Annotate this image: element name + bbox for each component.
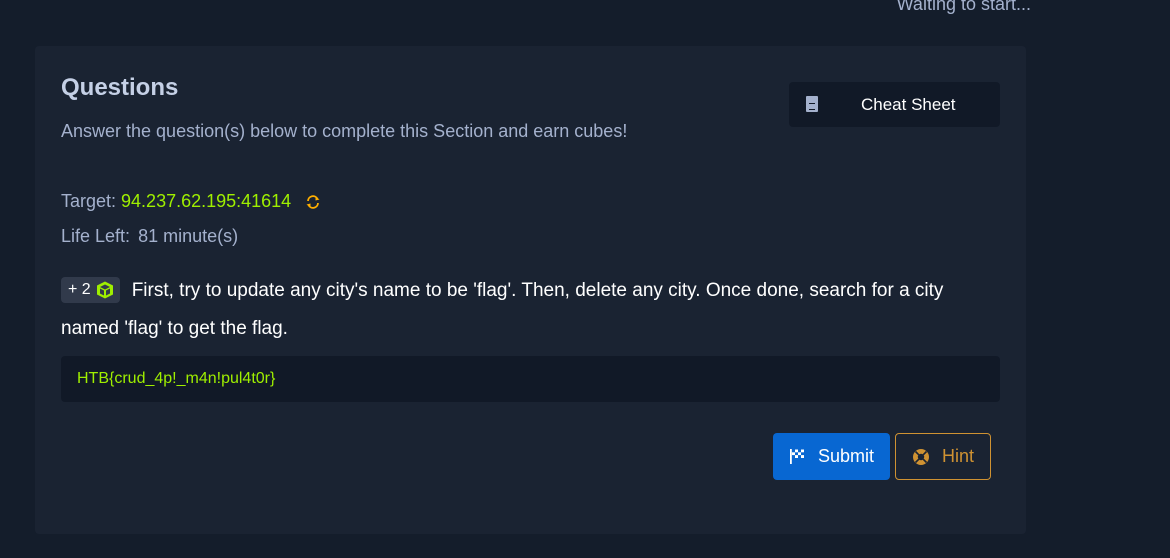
flag-icon <box>789 449 804 464</box>
target-label: Target: <box>61 191 117 211</box>
document-icon <box>806 96 818 112</box>
target-line: Target: 94.237.62.195:41614 <box>61 191 321 212</box>
questions-panel: Questions Answer the question(s) below t… <box>35 46 1026 534</box>
life-left-line: Life Left: 81 minute(s) <box>61 226 238 247</box>
cheat-sheet-label: Cheat Sheet <box>861 95 956 114</box>
submit-label: Submit <box>817 446 875 466</box>
answer-value: HTB{crud_4p!_m4n!pul4t0r} <box>77 370 276 387</box>
hint-button[interactable]: Hint <box>895 433 991 480</box>
cube-reward-badge: + 2 <box>61 277 120 303</box>
question-text: First, try to update any city's name to … <box>61 280 944 339</box>
target-value[interactable]: 94.237.62.195:41614 <box>121 191 291 212</box>
hint-label: Hint <box>941 446 974 466</box>
submit-button[interactable]: Submit <box>773 433 890 480</box>
life-left-value: 81 minute(s) <box>138 226 239 246</box>
refresh-icon[interactable] <box>305 194 321 210</box>
cube-icon <box>96 281 113 299</box>
cube-reward-count: + 2 <box>68 281 91 298</box>
questions-subtitle: Answer the question(s) below to complete… <box>61 121 628 141</box>
life-left-label: Life Left: <box>61 226 131 246</box>
section-status: Waiting to start... <box>896 0 1031 14</box>
questions-title: Questions <box>61 74 179 101</box>
answer-input[interactable]: HTB{crud_4p!_m4n!pul4t0r} <box>61 356 1000 402</box>
cheat-sheet-button[interactable]: Cheat Sheet <box>789 82 1000 127</box>
hint-icon <box>912 448 929 465</box>
question-item: + 2 First, try to update any city's name… <box>61 272 1001 348</box>
